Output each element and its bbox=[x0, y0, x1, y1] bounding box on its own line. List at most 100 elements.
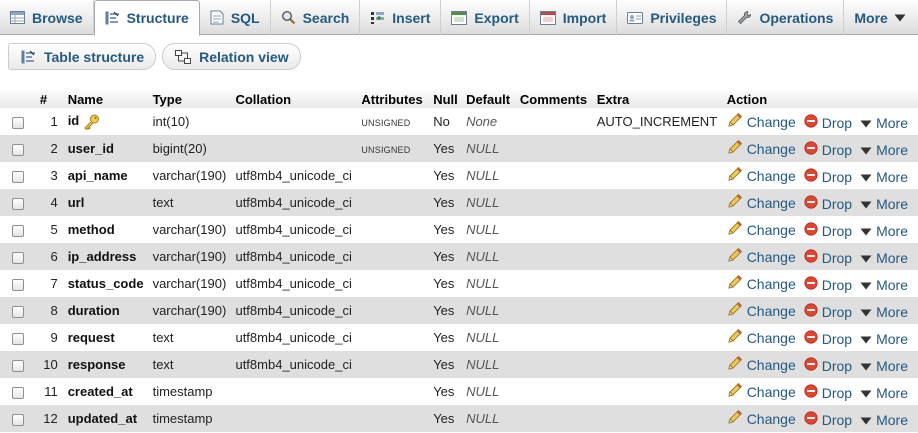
tab-export[interactable]: Export bbox=[441, 0, 530, 35]
table-row: 9 request text utf8mb4_unicode_ci Yes NULL Cha… bbox=[0, 324, 918, 351]
change-button[interactable]: Change bbox=[727, 193, 796, 212]
row-checkbox[interactable] bbox=[12, 143, 24, 156]
more-button[interactable]: More bbox=[860, 331, 908, 347]
column-name[interactable]: id bbox=[68, 113, 80, 128]
column-default: NULL bbox=[466, 357, 500, 372]
column-header: Default bbox=[464, 88, 518, 108]
drop-button[interactable]: Drop bbox=[804, 303, 852, 320]
tab-structure[interactable]: Structure bbox=[93, 0, 200, 36]
column-extra bbox=[594, 378, 725, 405]
triangle-down-icon bbox=[860, 304, 876, 320]
more-button[interactable]: More bbox=[860, 250, 908, 266]
column-name[interactable]: response bbox=[68, 357, 126, 372]
column-comments bbox=[517, 162, 595, 189]
tab-search[interactable]: Search bbox=[271, 0, 361, 35]
tab-insert[interactable]: Insert bbox=[360, 0, 442, 35]
change-button[interactable]: Change bbox=[727, 166, 796, 185]
tab-more[interactable]: More bbox=[844, 0, 918, 35]
change-button[interactable]: Change bbox=[727, 139, 796, 158]
more-button[interactable]: More bbox=[860, 169, 908, 185]
tab-import[interactable]: Import bbox=[530, 0, 618, 35]
drop-button[interactable]: Drop bbox=[804, 114, 852, 131]
row-checkbox[interactable] bbox=[12, 224, 24, 237]
row-checkbox[interactable] bbox=[12, 332, 24, 345]
change-button[interactable]: Change bbox=[727, 301, 796, 320]
tab-label: More bbox=[854, 9, 888, 26]
column-attributes: UNSIGNED bbox=[361, 145, 411, 155]
change-button[interactable]: Change bbox=[727, 112, 796, 131]
more-button[interactable]: More bbox=[860, 385, 908, 401]
column-header: Type bbox=[150, 88, 234, 108]
structure-submenu: Table structure Relation view bbox=[8, 43, 301, 70]
column-comments bbox=[517, 243, 595, 270]
change-label: Change bbox=[746, 194, 796, 211]
column-name[interactable]: method bbox=[68, 222, 115, 237]
row-checkbox[interactable] bbox=[12, 386, 24, 399]
more-button[interactable]: More bbox=[860, 115, 908, 131]
column-name[interactable]: url bbox=[68, 195, 85, 210]
row-checkbox[interactable] bbox=[12, 413, 24, 426]
column-name[interactable]: user_id bbox=[68, 141, 114, 156]
drop-icon bbox=[804, 357, 822, 374]
change-button[interactable]: Change bbox=[727, 382, 796, 401]
more-button[interactable]: More bbox=[860, 277, 908, 293]
row-checkbox[interactable] bbox=[12, 116, 24, 129]
tab-operations[interactable]: Operations bbox=[727, 0, 845, 35]
more-button[interactable]: More bbox=[860, 196, 908, 212]
row-checkbox[interactable] bbox=[12, 305, 24, 318]
column-name[interactable]: api_name bbox=[68, 168, 128, 183]
column-type: varchar(190) bbox=[150, 243, 234, 270]
drop-icon bbox=[804, 303, 822, 320]
row-checkbox[interactable] bbox=[12, 251, 24, 264]
column-name[interactable]: status_code bbox=[68, 276, 144, 291]
more-button[interactable]: More bbox=[860, 358, 908, 374]
drop-label: Drop bbox=[821, 222, 853, 239]
more-button[interactable]: More bbox=[860, 412, 908, 428]
column-name[interactable]: duration bbox=[68, 303, 120, 318]
row-checkbox[interactable] bbox=[12, 359, 24, 372]
more-button[interactable]: More bbox=[860, 223, 908, 239]
change-button[interactable]: Change bbox=[727, 274, 796, 293]
export-icon bbox=[451, 10, 468, 25]
column-name[interactable]: updated_at bbox=[68, 411, 137, 426]
column-collation: utf8mb4_unicode_ci bbox=[233, 351, 360, 378]
change-button[interactable]: Change bbox=[727, 247, 796, 266]
column-name[interactable]: created_at bbox=[68, 384, 133, 399]
column-type: bigint(20) bbox=[150, 135, 234, 162]
drop-button[interactable]: Drop bbox=[804, 330, 852, 347]
drop-button[interactable]: Drop bbox=[804, 411, 852, 428]
subtab-relation-view[interactable]: Relation view bbox=[162, 43, 301, 70]
table-header-row: # Name Type Collation Attributes Null Default C… bbox=[0, 88, 918, 108]
column-type: varchar(190) bbox=[150, 162, 234, 189]
change-button[interactable]: Change bbox=[727, 328, 796, 347]
tab-browse[interactable]: Browse bbox=[0, 0, 94, 35]
tab-sql[interactable]: SQL bbox=[200, 0, 271, 35]
row-checkbox[interactable] bbox=[12, 170, 24, 183]
change-button[interactable]: Change bbox=[727, 220, 796, 239]
drop-button[interactable]: Drop bbox=[804, 384, 852, 401]
column-header: # bbox=[33, 88, 66, 108]
drop-button[interactable]: Drop bbox=[804, 168, 852, 185]
drop-button[interactable]: Drop bbox=[804, 357, 852, 374]
more-button[interactable]: More bbox=[860, 304, 908, 320]
tab-label: Browse bbox=[32, 9, 83, 26]
drop-button[interactable]: Drop bbox=[804, 276, 852, 293]
pencil-icon bbox=[727, 409, 747, 428]
table-row: 2 user_id bigint(20) UNSIGNED Yes NULL Change D… bbox=[0, 135, 918, 162]
triangle-down-icon bbox=[894, 14, 906, 22]
column-name[interactable]: request bbox=[68, 330, 115, 345]
change-button[interactable]: Change bbox=[727, 355, 796, 374]
column-comments bbox=[517, 405, 595, 432]
tab-privileges[interactable]: Privileges bbox=[617, 0, 728, 35]
column-name[interactable]: ip_address bbox=[68, 249, 137, 264]
relation-icon bbox=[175, 49, 192, 64]
more-button[interactable]: More bbox=[860, 142, 908, 158]
change-button[interactable]: Change bbox=[727, 409, 796, 428]
drop-button[interactable]: Drop bbox=[804, 249, 852, 266]
drop-button[interactable]: Drop bbox=[804, 195, 852, 212]
row-checkbox[interactable] bbox=[12, 278, 24, 291]
drop-button[interactable]: Drop bbox=[804, 141, 852, 158]
subtab-table-structure[interactable]: Table structure bbox=[8, 43, 157, 70]
drop-button[interactable]: Drop bbox=[804, 222, 852, 239]
row-checkbox[interactable] bbox=[12, 197, 24, 210]
